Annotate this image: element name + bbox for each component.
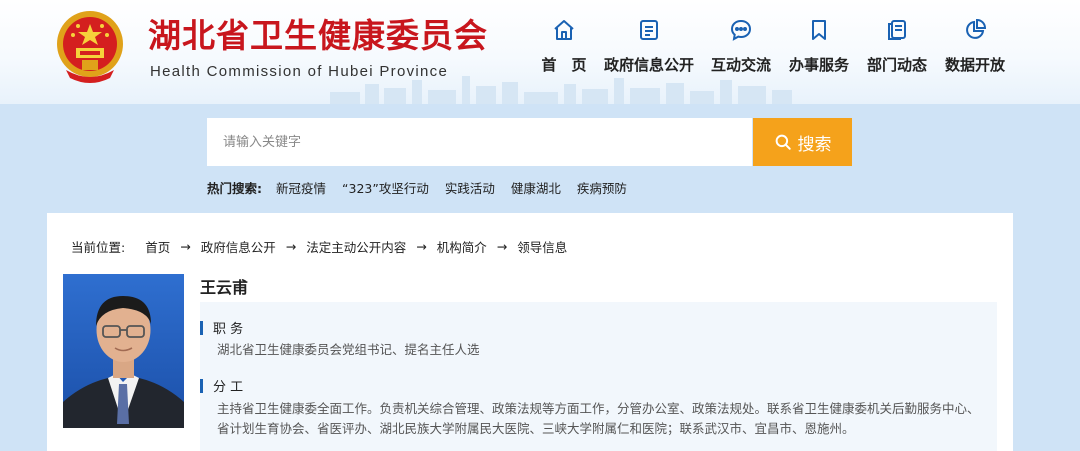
main-nav: 首 页 政府信息公开 互动交流 办事服务 部门动态 数据开放 [530, 18, 1020, 88]
section-heading-label: 分 工 [213, 380, 244, 395]
nav-label: 首 页 [541, 56, 587, 74]
national-emblem-icon [57, 11, 123, 83]
breadcrumb-separator: → [416, 239, 427, 254]
breadcrumb-item-gov-info[interactable]: 政府信息公开 [201, 237, 276, 256]
hot-search-link[interactable]: 疾病预防 [577, 178, 627, 197]
nav-label: 政府信息公开 [604, 56, 695, 74]
breadcrumb-item-home[interactable]: 首页 [145, 237, 170, 256]
leader-portrait [63, 274, 184, 428]
nav-label: 数据开放 [944, 56, 1005, 74]
breadcrumb-separator: → [180, 239, 191, 254]
position-text: 湖北省卫生健康委员会党组书记、提名主任人选 [217, 342, 480, 357]
leader-info: 职 务 湖北省卫生健康委员会党组书记、提名主任人选 分 工 主持省卫生健康委全面… [200, 302, 997, 451]
site-title: 湖北省卫生健康委员会 [148, 16, 488, 55]
section-marker [200, 378, 203, 393]
nav-label: 办事服务 [788, 56, 849, 74]
breadcrumb-item-statutory[interactable]: 法定主动公开内容 [306, 237, 406, 256]
nav-label: 互动交流 [710, 56, 771, 74]
breadcrumb-separator: → [496, 239, 508, 254]
hot-search-link[interactable]: “323”攻坚行动 [342, 178, 429, 197]
site-subtitle: Health Commission of Hubei Province [150, 63, 449, 80]
bookmark-icon [812, 20, 826, 40]
hot-search-link[interactable]: 实践活动 [445, 178, 495, 197]
site-header: 湖北省卫生健康委员会 Health Commission of Hubei Pr… [0, 0, 1080, 104]
news-icon [888, 20, 906, 40]
leader-name: 王云甫 [200, 278, 249, 297]
nav-item-interaction[interactable]: 互动交流 [710, 18, 772, 88]
responsibility-text: 主持省卫生健康委全面工作。负责机关综合管理、政策法规等方面工作，分管办公室、政策… [217, 401, 980, 436]
nav-label: 部门动态 [866, 56, 927, 74]
content-panel: 当前位置: 首页 → 政府信息公开 → 法定主动公开内容 → 机构简介 → 领导… [47, 213, 1013, 451]
hot-searches: 热门搜索: 新冠疫情 “323”攻坚行动 实践活动 健康湖北 疾病预防 [207, 178, 643, 197]
breadcrumb-item-org-intro[interactable]: 机构简介 [437, 237, 487, 256]
section-heading-label: 职 务 [213, 322, 244, 337]
chat-icon [730, 19, 752, 41]
breadcrumb-separator: → [285, 239, 297, 254]
search-button[interactable]: 搜索 [753, 118, 852, 166]
search-button-label: 搜索 [797, 134, 832, 155]
nav-item-services[interactable]: 办事服务 [788, 18, 850, 88]
search-icon [775, 134, 791, 150]
nav-item-department-news[interactable]: 部门动态 [866, 18, 928, 88]
nav-item-home[interactable]: 首 页 [530, 18, 598, 88]
home-icon [554, 20, 574, 40]
responsibility-heading: 分 工 [200, 376, 243, 395]
breadcrumb: 当前位置: 首页 → 政府信息公开 → 法定主动公开内容 → 机构简介 → 领导… [71, 237, 567, 256]
position-heading: 职 务 [200, 318, 243, 337]
breadcrumb-prefix: 当前位置: [71, 240, 126, 255]
document-icon [640, 20, 658, 40]
hot-searches-label: 热门搜索: [207, 181, 262, 196]
search-bar: 搜索 [207, 118, 852, 166]
hot-search-link[interactable]: 新冠疫情 [276, 178, 326, 197]
section-marker [200, 320, 203, 335]
search-input[interactable] [207, 118, 752, 166]
hot-search-link[interactable]: 健康湖北 [511, 178, 561, 197]
breadcrumb-item-leaders[interactable]: 领导信息 [517, 237, 567, 256]
nav-item-open-data[interactable]: 数据开放 [944, 18, 1006, 88]
nav-item-gov-info[interactable]: 政府信息公开 [604, 18, 694, 88]
pie-chart-icon [966, 18, 987, 39]
